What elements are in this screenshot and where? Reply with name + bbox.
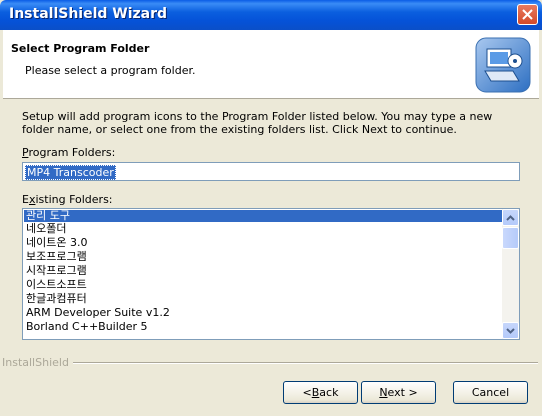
list-item[interactable]: Borland C++Builder 5 (24, 321, 502, 333)
program-folders-label: Program Folders: (22, 146, 115, 159)
list-item[interactable]: 네오폴더 (24, 223, 502, 235)
header-subtitle: Please select a program folder. (25, 64, 196, 77)
title-bar[interactable]: InstallShield Wizard (0, 0, 542, 30)
chevron-down-icon (506, 327, 515, 334)
installshield-brand: InstallShield (2, 356, 73, 369)
list-item[interactable]: 이스트소프트 (24, 279, 502, 291)
footer-separator (72, 362, 538, 364)
back-prefix: < (302, 386, 312, 399)
instructions-text: Setup will add program icons to the Prog… (22, 110, 493, 136)
next-button[interactable]: Next > (361, 381, 436, 404)
installshield-wizard-window: InstallShield Wizard Select Program Fold… (0, 0, 542, 416)
list-item[interactable]: 보조프로그램 (24, 251, 502, 263)
cancel-button[interactable]: Cancel (453, 381, 528, 404)
program-folder-input[interactable]: MP4 Transcoder (22, 162, 520, 181)
list-item[interactable]: ARM Developer Suite v1.2 (24, 307, 502, 319)
chevron-up-icon (506, 214, 515, 221)
back-accel: B (311, 386, 320, 399)
header-title: Select Program Folder (11, 42, 150, 55)
back-button[interactable]: < Back (283, 381, 358, 404)
list-item[interactable]: 네이트온 3.0 (24, 237, 502, 249)
existing-folders-list[interactable]: 관리 도구 네오폴더 네이트온 3.0 보조프로그램 시작프로그램 이스트소프트… (22, 208, 520, 340)
list-item[interactable]: 관리 도구 (24, 210, 502, 222)
close-icon (522, 9, 533, 20)
scroll-up-button[interactable] (502, 209, 519, 226)
existing-folders-label-prefix: E (22, 193, 29, 206)
scroll-thumb[interactable] (502, 227, 519, 249)
next-label: ext > (387, 386, 418, 399)
list-scrollbar[interactable] (502, 209, 519, 339)
program-folder-value[interactable]: MP4 Transcoder (25, 165, 116, 180)
installer-computer-icon (475, 37, 531, 93)
list-item[interactable]: 한글과컴퓨터 (24, 293, 502, 305)
close-button[interactable] (517, 4, 538, 25)
back-label: ack (319, 386, 339, 399)
existing-folders-label-text: isting Folders: (35, 193, 113, 206)
program-folders-label-text: rogram Folders: (28, 146, 116, 159)
window-title: InstallShield Wizard (9, 6, 168, 22)
next-accel: N (379, 386, 388, 399)
wizard-header: Select Program Folder Please select a pr… (3, 30, 539, 99)
existing-folders-label: Existing Folders: (22, 193, 113, 206)
scroll-down-button[interactable] (502, 322, 519, 339)
list-item[interactable]: 시작프로그램 (24, 265, 502, 277)
